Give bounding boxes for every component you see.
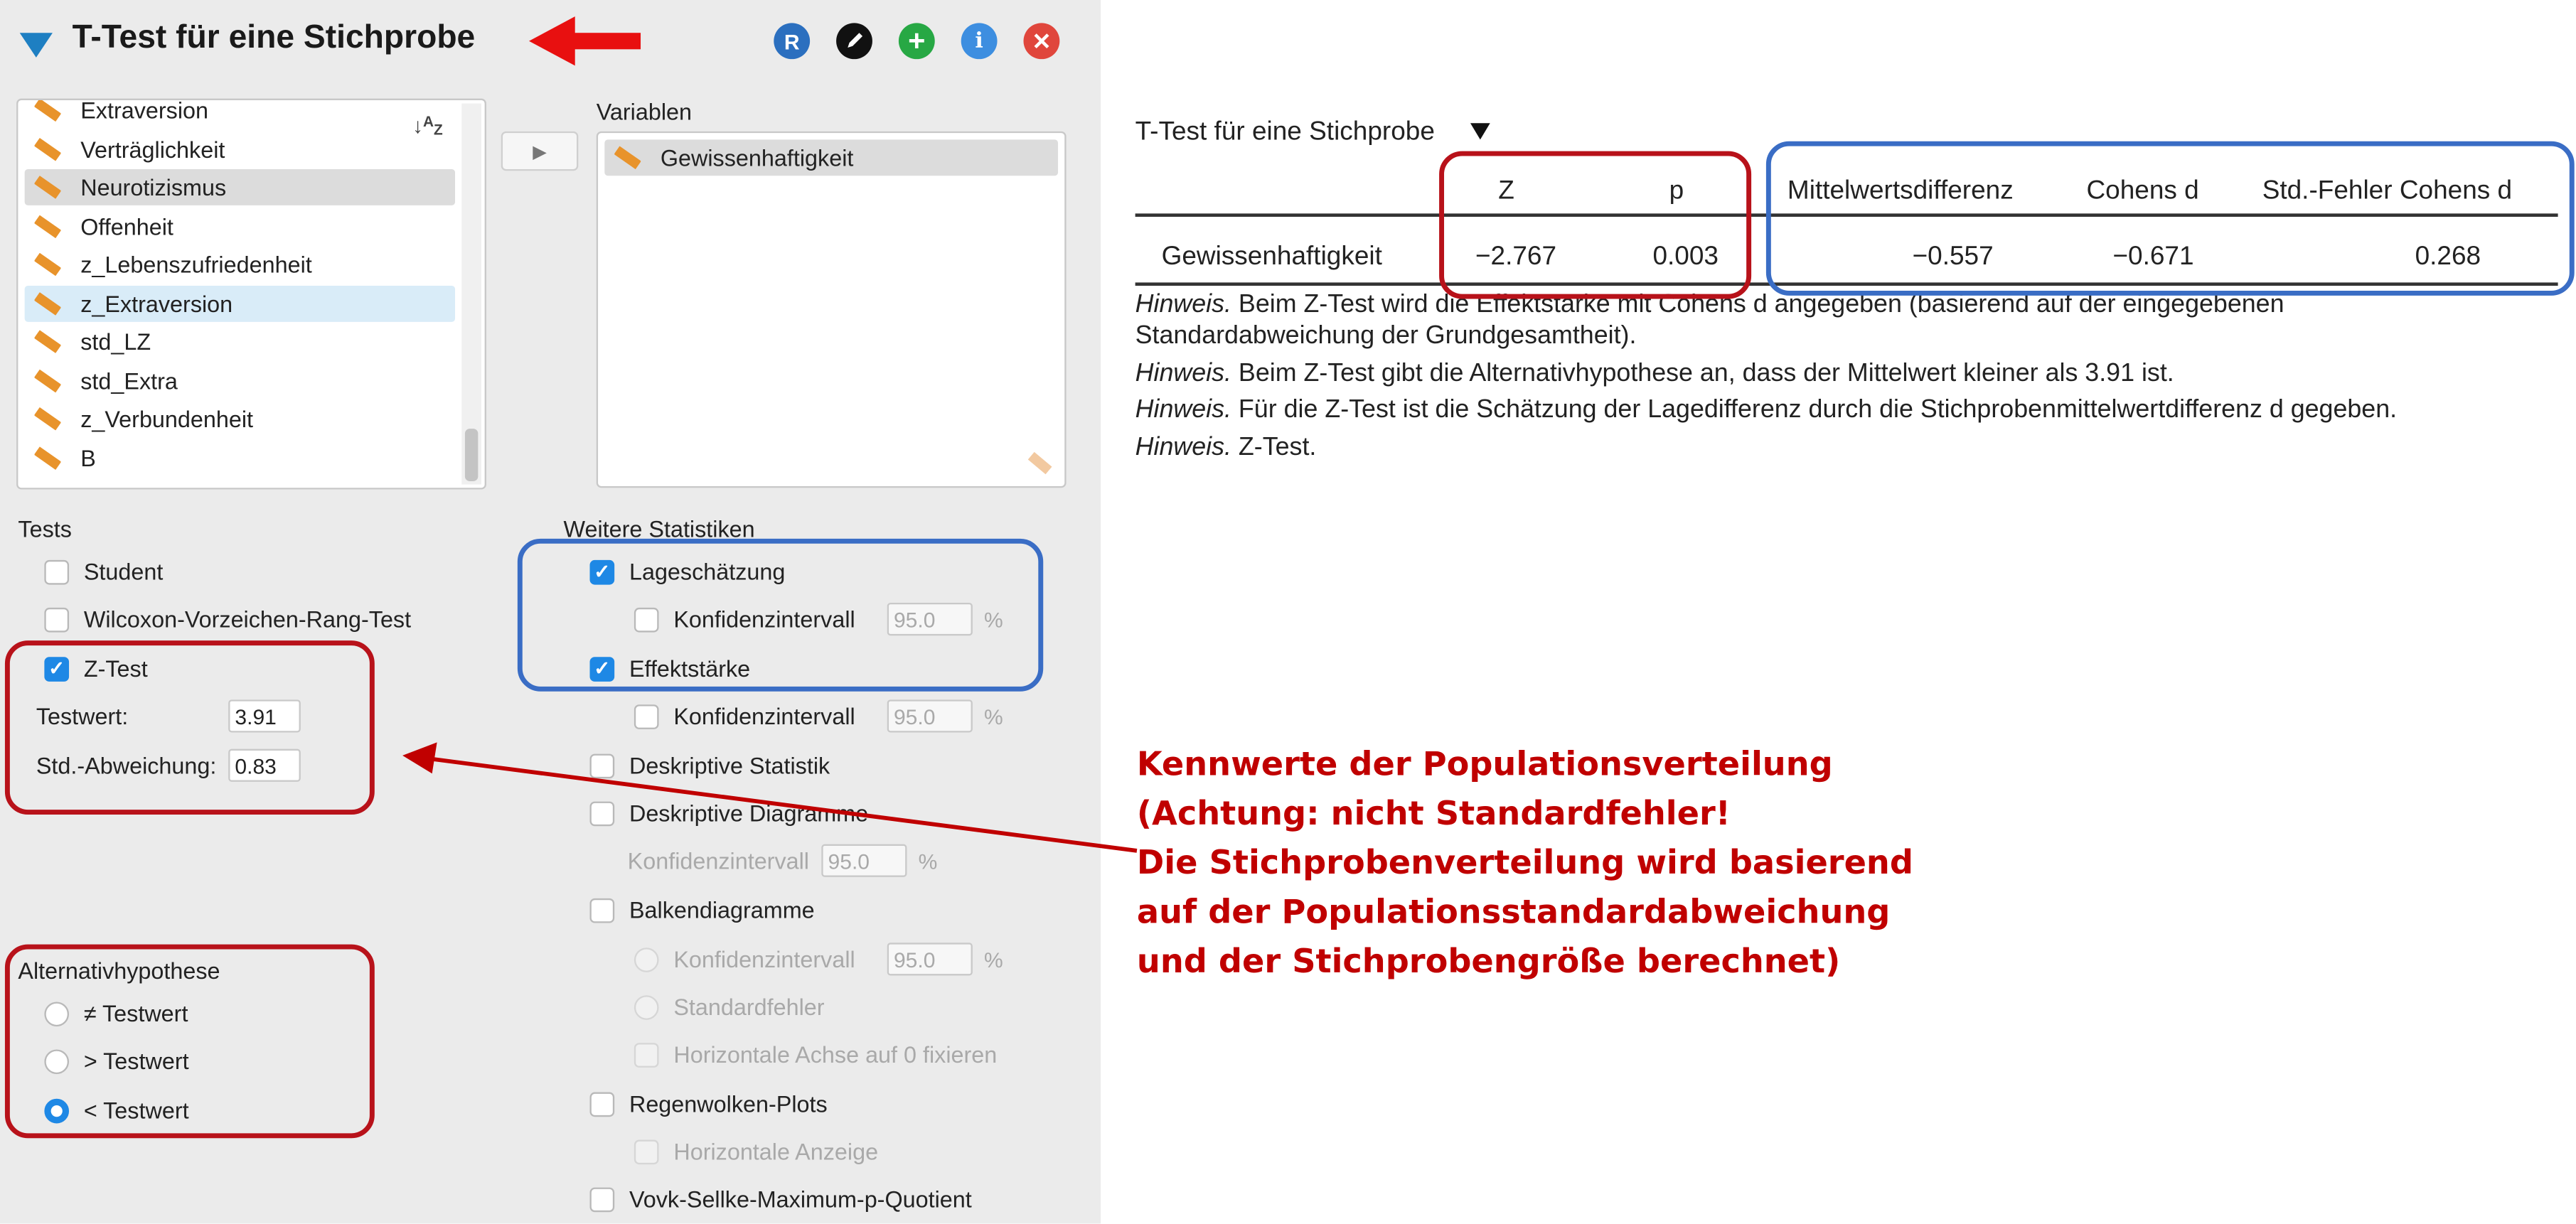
annotation-line-5: und der Stichprobengröße berechnet)	[1136, 940, 1841, 981]
annotation-line-3: Die Stichprobenverteilung wird basierend	[1136, 842, 1913, 882]
annotation-line-4: auf der Populationsstandardabweichung	[1136, 891, 1891, 932]
annotation-arrow-icon	[402, 742, 1138, 853]
annotation-line-1: Kennwerte der Populationsverteilung	[1136, 743, 1833, 784]
annotation-line-2: (Achtung: nicht Standardfehler!	[1136, 793, 1731, 833]
screenshot: T-Test für eine Stichprobe R + i ✕ Extra…	[0, 0, 2576, 1224]
